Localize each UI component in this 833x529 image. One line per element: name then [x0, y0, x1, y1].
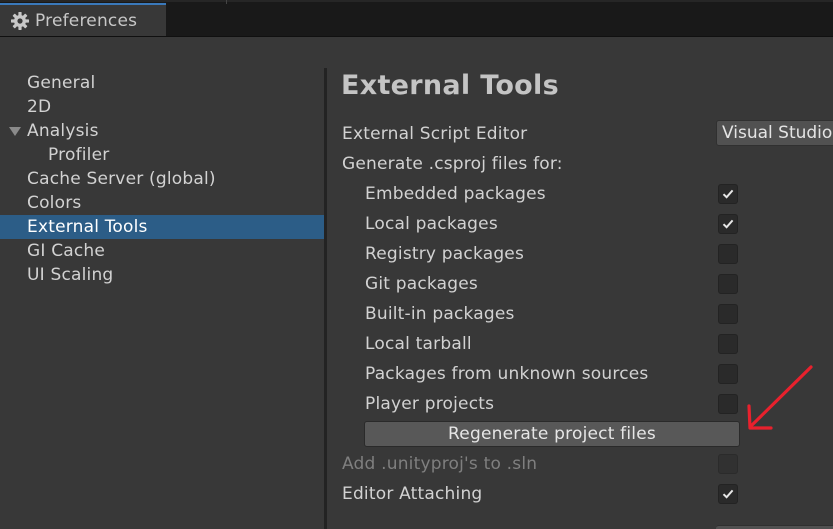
sidebar-item-label: Profiler [48, 145, 110, 165]
sidebar-item-cache-server[interactable]: Cache Server (global) [0, 167, 324, 191]
player-projects-label: Player projects [365, 394, 495, 414]
next-field-edge [716, 525, 833, 529]
embedded-packages-label: Embedded packages [365, 184, 546, 204]
sidebar-item-label: 2D [27, 97, 52, 117]
checkmark-icon [722, 189, 734, 199]
local-tarball-label: Local tarball [365, 334, 472, 354]
tab-preferences[interactable]: Preferences [0, 3, 166, 36]
sidebar-item-analysis[interactable]: Analysis [0, 119, 324, 143]
external-script-editor-dropdown[interactable]: Visual Studio [716, 120, 833, 146]
add-unityproj-label: Add .unityproj's to .sln [342, 454, 538, 474]
sidebar-item-colors[interactable]: Colors [0, 191, 324, 215]
registry-packages-label: Registry packages [365, 244, 525, 264]
local-packages-checkbox[interactable] [718, 214, 738, 234]
sidebar-item-label: Colors [27, 193, 82, 213]
generate-csproj-label: Generate .csproj files for: [342, 154, 563, 174]
preferences-sidebar: General 2D Analysis Profiler Cache Serve… [0, 68, 324, 529]
registry-packages-checkbox[interactable] [718, 244, 738, 264]
checkmark-icon [722, 489, 734, 499]
built-in-packages-label: Built-in packages [365, 304, 515, 324]
external-script-editor-label: External Script Editor [342, 124, 528, 144]
local-tarball-checkbox[interactable] [718, 334, 738, 354]
built-in-packages-checkbox[interactable] [718, 304, 738, 324]
player-projects-checkbox[interactable] [718, 394, 738, 414]
tab-title: Preferences [35, 10, 138, 31]
preferences-window: Preferences General 2D Analysis Profiler… [0, 0, 833, 529]
sidebar-item-2d[interactable]: 2D [0, 95, 324, 119]
title-bar-top-line [0, 0, 833, 2]
embedded-packages-checkbox[interactable] [718, 184, 738, 204]
local-packages-label: Local packages [365, 214, 498, 234]
gear-icon [10, 11, 30, 31]
git-packages-checkbox[interactable] [718, 274, 738, 294]
sidebar-item-label: Cache Server (global) [27, 169, 216, 189]
add-unityproj-checkbox [718, 454, 738, 474]
editor-attaching-label: Editor Attaching [342, 484, 483, 504]
triangle-down-icon[interactable] [9, 127, 21, 136]
sidebar-item-label: GI Cache [27, 241, 106, 261]
sidebar-item-label: General [27, 73, 96, 93]
red-arrow-icon [747, 365, 813, 430]
external-tools-panel: External Tools External Script Editor Vi… [327, 68, 833, 529]
sidebar-item-gi-cache[interactable]: GI Cache [0, 239, 324, 263]
sidebar-item-label: External Tools [27, 217, 148, 237]
page-title: External Tools [341, 70, 559, 101]
editor-attaching-checkbox[interactable] [718, 484, 738, 504]
sidebar-item-profiler[interactable]: Profiler [0, 143, 324, 167]
sidebar-item-label: UI Scaling [27, 265, 114, 285]
regenerate-project-files-button[interactable]: Regenerate project files [364, 421, 740, 447]
unknown-sources-checkbox[interactable] [718, 364, 738, 384]
sidebar-item-external-tools[interactable]: External Tools [0, 215, 324, 239]
checkmark-icon [722, 219, 734, 229]
unknown-sources-label: Packages from unknown sources [365, 364, 649, 384]
sidebar-item-label: Analysis [27, 121, 99, 141]
sidebar-item-general[interactable]: General [0, 71, 324, 95]
sidebar-item-ui-scaling[interactable]: UI Scaling [0, 263, 324, 287]
git-packages-label: Git packages [365, 274, 478, 294]
title-bar-divider [226, 0, 227, 4]
title-bar: Preferences [0, 0, 833, 37]
